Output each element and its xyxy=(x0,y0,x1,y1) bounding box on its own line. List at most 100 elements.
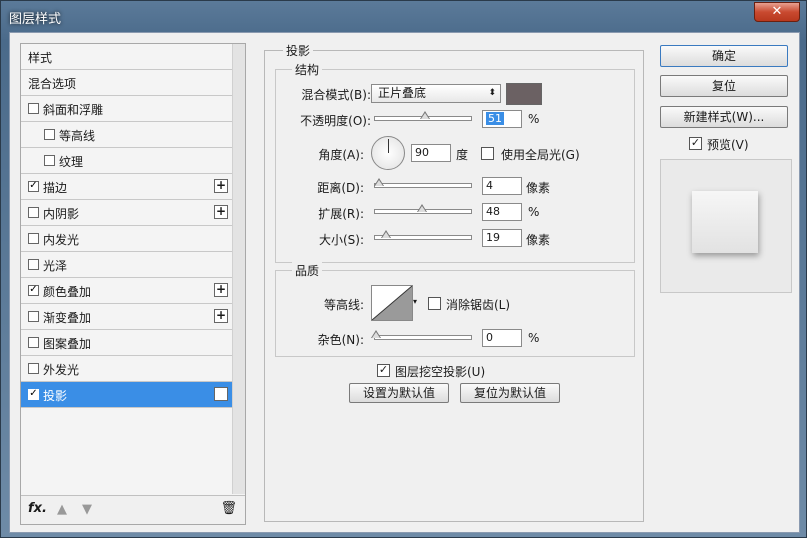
move-down-icon[interactable]: ▼ xyxy=(82,502,92,517)
style-enable-checkbox[interactable]: ✓ xyxy=(28,285,39,296)
style-list-item-label: 描边 xyxy=(43,181,68,195)
shadow-color-swatch[interactable] xyxy=(506,83,542,105)
noise-unit: % xyxy=(528,331,540,345)
knockout-checkbox[interactable]: ✓ xyxy=(377,364,390,377)
opacity-input[interactable]: 51 xyxy=(482,110,522,128)
anti-alias-checkbox[interactable] xyxy=(428,297,441,310)
style-list-item-label: 混合选项 xyxy=(28,77,77,91)
contour-dropdown-icon[interactable]: ▾ xyxy=(413,285,420,319)
reset-button[interactable]: 复位 xyxy=(660,75,788,97)
style-list-item[interactable]: 光泽 xyxy=(21,252,232,278)
add-instance-icon[interactable]: + xyxy=(214,179,228,193)
style-list-item-label: 颜色叠加 xyxy=(43,285,92,299)
drop-shadow-panel: 投影 结构 混合模式(B): 正片叠底 ⬍ 不透明度(O): 51 % 角度(A… xyxy=(264,42,644,522)
new-style-button[interactable]: 新建样式(W)... xyxy=(660,106,788,128)
style-enable-checkbox[interactable] xyxy=(28,311,39,322)
style-list-item-label: 图案叠加 xyxy=(43,337,92,351)
size-input[interactable]: 19 xyxy=(482,229,522,247)
contour-label: 等高线: xyxy=(323,298,364,312)
style-list-item-label: 投影 xyxy=(43,389,68,403)
style-list-item[interactable]: 斜面和浮雕 xyxy=(21,96,232,122)
style-enable-checkbox[interactable] xyxy=(28,207,39,218)
style-list-item[interactable]: 样式 xyxy=(21,44,232,70)
opacity-slider[interactable] xyxy=(374,111,472,121)
reset-default-button[interactable]: 复位为默认值 xyxy=(460,383,560,403)
fx-menu-button[interactable]: fx. xyxy=(28,501,47,516)
style-list-item-label: 等高线 xyxy=(59,129,96,143)
preview-label: 预览(V) xyxy=(707,138,749,152)
style-list-item[interactable]: 等高线 xyxy=(21,122,232,148)
global-light-checkbox[interactable] xyxy=(481,147,494,160)
style-enable-checkbox[interactable]: ✓ xyxy=(28,181,39,192)
style-list-item-label: 内阴影 xyxy=(43,207,80,221)
style-list-item-label: 内发光 xyxy=(43,233,80,247)
opacity-label: 不透明度(O): xyxy=(300,114,371,128)
style-enable-checkbox[interactable] xyxy=(28,337,39,348)
opacity-slider-thumb[interactable] xyxy=(420,111,430,119)
add-instance-icon[interactable]: + xyxy=(214,283,228,297)
add-instance-icon[interactable]: + xyxy=(214,387,228,401)
style-list-item[interactable]: 图案叠加 xyxy=(21,330,232,356)
style-list-item[interactable]: ✓ 颜色叠加 + xyxy=(21,278,232,304)
style-list-item-label: 斜面和浮雕 xyxy=(43,103,104,117)
style-list-item-label: 纹理 xyxy=(59,155,84,169)
angle-unit: 度 xyxy=(456,148,469,162)
spread-slider-thumb[interactable] xyxy=(417,204,427,212)
set-default-button[interactable]: 设置为默认值 xyxy=(349,383,449,403)
noise-slider-thumb[interactable] xyxy=(371,330,381,338)
size-slider[interactable] xyxy=(374,230,472,240)
structure-group: 结构 混合模式(B): 正片叠底 ⬍ 不透明度(O): 51 % 角度(A): … xyxy=(275,61,635,263)
style-list-item[interactable]: 内发光 xyxy=(21,226,232,252)
distance-slider[interactable] xyxy=(374,178,472,188)
style-list-item-label: 外发光 xyxy=(43,363,80,377)
style-list-item[interactable]: ✓ 描边 + xyxy=(21,174,232,200)
angle-dial[interactable] xyxy=(371,136,405,170)
distance-label: 距离(D): xyxy=(317,181,364,195)
style-list-item[interactable]: 内阴影 + xyxy=(21,200,232,226)
style-list-item-label: 光泽 xyxy=(43,259,68,273)
title-bar[interactable]: 图层样式 ✕ xyxy=(1,1,806,31)
preview-checkbox[interactable]: ✓ xyxy=(689,137,702,150)
blend-mode-value: 正片叠底 xyxy=(378,86,427,100)
opacity-value: 51 xyxy=(486,112,504,125)
spread-input[interactable]: 48 xyxy=(482,203,522,221)
styles-list: 样式混合选项斜面和浮雕等高线纹理 ✓ 描边 + 内阴影 + 内发光光泽 ✓ 颜色叠加 + 渐变叠加 +… xyxy=(20,43,246,525)
style-enable-checkbox[interactable] xyxy=(28,259,39,270)
angle-input[interactable]: 90 xyxy=(411,144,451,162)
distance-unit: 像素 xyxy=(526,181,551,195)
blend-mode-select[interactable]: 正片叠底 ⬍ xyxy=(371,84,501,103)
style-list-item[interactable]: 外发光 xyxy=(21,356,232,382)
spread-label: 扩展(R): xyxy=(318,207,364,221)
style-enable-checkbox[interactable]: ✓ xyxy=(28,389,39,400)
close-button[interactable]: ✕ xyxy=(754,2,800,22)
add-instance-icon[interactable]: + xyxy=(214,309,228,323)
quality-title: 品质 xyxy=(292,262,323,279)
spread-slider[interactable] xyxy=(374,204,472,214)
ok-button[interactable]: 确定 xyxy=(660,45,788,67)
preview-thumbnail xyxy=(692,191,758,253)
style-enable-checkbox[interactable] xyxy=(28,363,39,374)
style-list-item[interactable]: 混合选项 xyxy=(21,70,232,96)
add-instance-icon[interactable]: + xyxy=(214,205,228,219)
style-list-item[interactable]: 渐变叠加 + xyxy=(21,304,232,330)
style-enable-checkbox[interactable] xyxy=(44,129,55,140)
size-slider-thumb[interactable] xyxy=(381,230,391,238)
noise-slider[interactable] xyxy=(371,330,472,340)
preview-box xyxy=(660,159,792,293)
move-up-icon[interactable]: ▲ xyxy=(57,502,67,517)
contour-picker[interactable] xyxy=(371,285,413,321)
layer-style-dialog: 图层样式 ✕ 样式混合选项斜面和浮雕等高线纹理 ✓ 描边 + 内阴影 + 内发光光泽 ✓ 颜色叠… xyxy=(0,0,807,538)
size-unit: 像素 xyxy=(526,233,551,247)
style-enable-checkbox[interactable] xyxy=(28,233,39,244)
style-list-item-label: 样式 xyxy=(28,51,53,65)
trash-icon[interactable]: 🗑 xyxy=(220,501,237,516)
style-enable-checkbox[interactable] xyxy=(44,155,55,166)
distance-slider-thumb[interactable] xyxy=(374,178,384,186)
noise-input[interactable]: 0 xyxy=(482,329,522,347)
style-list-item[interactable]: ✓ 投影 + xyxy=(21,382,232,408)
styles-list-scrollbar[interactable] xyxy=(232,44,245,494)
distance-input[interactable]: 4 xyxy=(482,177,522,195)
style-list-item[interactable]: 纹理 xyxy=(21,148,232,174)
style-enable-checkbox[interactable] xyxy=(28,103,39,114)
style-list-item-label: 渐变叠加 xyxy=(43,311,92,325)
